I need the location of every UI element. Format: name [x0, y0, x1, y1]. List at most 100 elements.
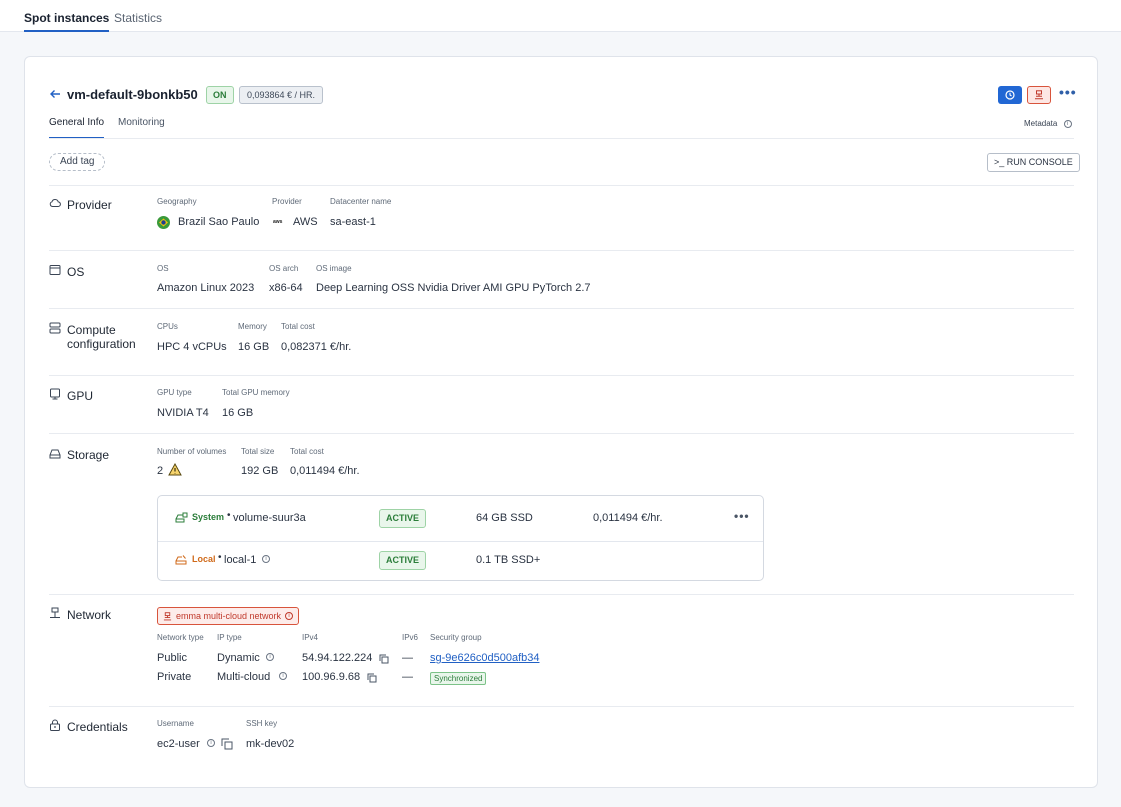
tab-monitoring[interactable]: Monitoring [118, 117, 165, 128]
compute-title-line2: configuration [67, 337, 136, 351]
col-security-group: Security group [430, 633, 482, 642]
table-row: Local • local-1 i ACTIVE 0.1 TB SSD+ [158, 542, 763, 580]
run-console-button[interactable]: >_ RUN CONSOLE [987, 153, 1080, 172]
section-title-network: Network [67, 608, 112, 622]
tab-statistics[interactable]: Statistics [114, 11, 162, 32]
cpus-value: HPC 4 vCPUs [157, 341, 227, 353]
col-network-type: Network type [157, 633, 204, 642]
back-arrow-icon[interactable] [49, 88, 61, 100]
gpu-icon [50, 388, 60, 400]
volume-kind: System [192, 512, 225, 522]
col-ipv4: IPv4 [302, 633, 319, 642]
compute-cost-value: 0,082371 €/hr. [281, 341, 352, 353]
volume-cost: 0,011494 €/hr. [593, 512, 663, 524]
tab-general-info[interactable]: General Info [49, 117, 105, 139]
os-image-value: Deep Learning OSS Nvidia Driver AMI GPU … [316, 282, 591, 294]
window-icon [49, 265, 61, 275]
username-label: Username [157, 719, 194, 728]
network-icon [163, 611, 172, 620]
network-alert-button[interactable] [1027, 86, 1051, 104]
ipv6-private: — [402, 671, 413, 683]
divider [49, 250, 1074, 251]
ipv6-public: — [402, 652, 413, 664]
ip-type-dynamic: Dynamic [217, 652, 260, 664]
info-icon[interactable]: i [279, 672, 287, 680]
network-type-public: Public [157, 652, 187, 664]
divider [49, 185, 1074, 186]
storage-icon [49, 449, 61, 459]
volume-kind: Local [192, 554, 216, 564]
copy-icon[interactable] [221, 738, 233, 750]
volumes-value: 2 [157, 465, 164, 477]
volumes-label: Number of volumes [157, 447, 227, 456]
divider [49, 706, 1074, 707]
datacenter-value: sa-east-1 [330, 216, 376, 228]
col-ipv6: IPv6 [402, 633, 419, 642]
section-title-gpu: GPU [67, 389, 94, 403]
info-icon[interactable]: i [207, 739, 215, 747]
cloud-icon [49, 198, 61, 207]
memory-value: 16 GB [238, 341, 270, 353]
geography-label: Geography [157, 197, 197, 206]
gpu-type-value: NVIDIA T4 [157, 407, 209, 419]
divider [49, 138, 1074, 139]
os-arch-label: OS arch [269, 264, 299, 273]
lock-icon [50, 719, 60, 731]
schedule-button[interactable] [998, 86, 1022, 104]
tab-spot-instances[interactable]: Spot instances [24, 11, 110, 32]
security-group-link[interactable]: sg-9e626c0d500afb34 [430, 652, 539, 664]
ssh-key-value: mk-dev02 [246, 738, 295, 750]
section-title-provider: Provider [67, 198, 112, 212]
server-icon [49, 322, 61, 334]
storage-cost-label: Total cost [290, 447, 324, 456]
divider [49, 594, 1074, 595]
ipv4-private: 100.96.9.68 [302, 671, 361, 683]
info-icon[interactable]: i [266, 653, 274, 661]
clock-icon [1005, 90, 1015, 100]
multi-cloud-network-badge[interactable]: emma multi-cloud network i [157, 607, 300, 625]
volume-name: local-1 [224, 554, 257, 566]
volume-status-badge: ACTIVE [379, 509, 427, 528]
bullet-separator: • [218, 552, 222, 563]
volume-more-options-icon[interactable]: ••• [734, 509, 750, 523]
warning-icon[interactable] [168, 463, 182, 476]
add-tag-button[interactable]: Add tag [49, 153, 106, 171]
storage-cost-value: 0,011494 €/hr. [290, 465, 360, 477]
network-badge-label: emma multi-cloud network [176, 611, 282, 621]
gpu-memory-value: 16 GB [222, 407, 254, 419]
ip-type-multi-cloud: Multi-cloud [217, 671, 271, 683]
aws-logo-icon: aws [273, 219, 283, 225]
cpus-label: CPUs [157, 322, 178, 331]
synchronized-badge: Synchronized [430, 672, 487, 685]
total-size-value: 192 GB [241, 465, 279, 477]
divider [49, 433, 1074, 434]
more-options-icon[interactable]: ••• [1059, 84, 1077, 100]
divider [49, 375, 1074, 376]
local-volume-icon [175, 555, 187, 565]
os-label: OS [157, 264, 169, 273]
metadata-link[interactable]: Metadata i [1024, 119, 1072, 128]
copy-icon[interactable] [367, 673, 377, 683]
info-icon: i [1063, 119, 1072, 128]
ssh-key-label: SSH key [246, 719, 278, 728]
network-icon [50, 607, 60, 618]
memory-label: Memory [238, 322, 267, 331]
gpu-type-label: GPU type [157, 388, 192, 397]
section-title-os: OS [67, 265, 85, 279]
section-title-storage: Storage [67, 448, 110, 462]
volume-status-badge: ACTIVE [379, 551, 427, 570]
price-badge: 0,093864 € / HR. [239, 86, 324, 104]
section-title-compute: Compute configuration [67, 323, 136, 351]
gpu-memory-label: Total GPU memory [222, 388, 290, 397]
compute-cost-label: Total cost [281, 322, 315, 331]
metadata-label: Metadata [1024, 119, 1058, 128]
compute-title-line1: Compute [67, 323, 116, 337]
brazil-flag-icon [157, 216, 170, 229]
volumes-table: System • volume-suur3a ACTIVE 64 GB SSD … [157, 495, 764, 581]
status-badge: ON [206, 86, 234, 104]
copy-icon[interactable] [379, 654, 389, 664]
os-arch-value: x86-64 [269, 282, 303, 294]
info-icon[interactable]: i [262, 555, 270, 563]
top-nav: Spot instances Statistics [0, 0, 1121, 32]
table-row: System • volume-suur3a ACTIVE 64 GB SSD … [158, 496, 763, 541]
